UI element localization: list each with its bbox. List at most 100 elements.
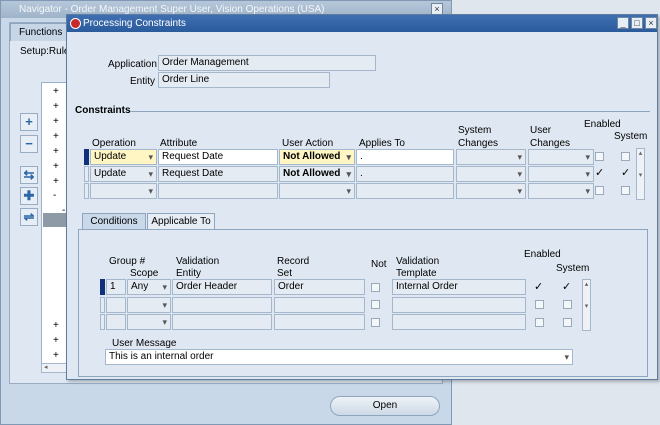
enabled-checkbox[interactable] bbox=[595, 152, 604, 161]
entity-field[interactable]: Order Line bbox=[158, 72, 330, 88]
validation-template-field[interactable] bbox=[392, 297, 526, 313]
tree-node-toggle[interactable]: + bbox=[53, 101, 59, 112]
cond-system-checkbox[interactable] bbox=[563, 300, 572, 309]
record-set-field[interactable] bbox=[274, 297, 365, 313]
row-indicator-current[interactable] bbox=[84, 149, 89, 165]
minimize-icon[interactable]: _ bbox=[617, 17, 629, 29]
tree-node-toggle[interactable]: - bbox=[62, 205, 65, 216]
applies-to-field[interactable] bbox=[356, 183, 454, 199]
conditions-vscroll[interactable]: ▴ ▾ bbox=[582, 279, 591, 331]
enabled-checkbox-checked[interactable]: ✓ bbox=[595, 166, 604, 179]
validation-entity-field[interactable] bbox=[172, 297, 272, 313]
col-validation-entity-line2: Entity bbox=[176, 268, 202, 279]
system-checkbox[interactable] bbox=[621, 186, 630, 195]
col-cond-system: System bbox=[556, 263, 590, 274]
system-checkbox-checked[interactable]: ✓ bbox=[621, 166, 630, 179]
operation-select[interactable]: Update bbox=[90, 166, 157, 182]
oracle-icon bbox=[70, 18, 81, 29]
user-changes-select[interactable] bbox=[528, 166, 594, 182]
maximize-icon[interactable]: □ bbox=[631, 17, 643, 29]
tree-node-toggle[interactable]: + bbox=[53, 350, 59, 361]
section-divider bbox=[130, 111, 650, 112]
system-checkbox[interactable] bbox=[621, 152, 630, 161]
not-checkbox[interactable] bbox=[371, 300, 380, 309]
col-applies-to: Applies To bbox=[359, 138, 405, 149]
cond-enabled-checkbox[interactable] bbox=[535, 300, 544, 309]
tree-node-toggle[interactable]: + bbox=[53, 146, 59, 157]
cond-row-indicator[interactable] bbox=[100, 297, 105, 313]
expand-button[interactable]: + bbox=[20, 113, 38, 131]
tree-node-toggle[interactable]: + bbox=[53, 335, 59, 346]
scope-select[interactable] bbox=[127, 297, 171, 313]
col-enabled: Enabled bbox=[584, 119, 621, 130]
user-message-label: User Message bbox=[112, 338, 177, 349]
operation-select[interactable] bbox=[90, 183, 157, 199]
system-changes-select[interactable] bbox=[456, 183, 526, 199]
scope-select[interactable]: Any bbox=[127, 279, 171, 295]
col-validation-entity-line1: Validation bbox=[176, 256, 220, 267]
system-changes-select[interactable] bbox=[456, 166, 526, 182]
record-set-field[interactable]: Order bbox=[274, 279, 365, 295]
group-number-field[interactable] bbox=[106, 297, 126, 313]
user-action-select[interactable]: Not Allowed bbox=[279, 166, 355, 182]
user-changes-select[interactable] bbox=[528, 149, 594, 165]
entity-label: Entity bbox=[130, 76, 156, 87]
tree-node-toggle[interactable]: + bbox=[53, 176, 59, 187]
cond-system-checkbox-checked[interactable]: ✓ bbox=[562, 280, 571, 293]
cond-enabled-checkbox-checked[interactable]: ✓ bbox=[534, 280, 543, 293]
enabled-checkbox[interactable] bbox=[595, 186, 604, 195]
applies-to-field[interactable]: . bbox=[356, 166, 454, 182]
collapse-all-button[interactable]: ⇌ bbox=[20, 208, 38, 226]
scope-select[interactable] bbox=[127, 314, 171, 330]
tree-node-toggle[interactable]: + bbox=[53, 86, 59, 97]
col-scope: Scope bbox=[130, 268, 159, 279]
validation-template-field[interactable] bbox=[392, 314, 526, 330]
group-number-field[interactable] bbox=[106, 314, 126, 330]
col-user-action: User Action bbox=[282, 138, 334, 149]
collapse-button[interactable]: − bbox=[20, 135, 38, 153]
operation-select[interactable]: Update bbox=[90, 149, 157, 165]
application-field[interactable]: Order Management bbox=[158, 55, 376, 71]
user-changes-select[interactable] bbox=[528, 183, 594, 199]
expand-all-button[interactable]: ✚ bbox=[20, 187, 38, 205]
col-not: Not bbox=[371, 259, 387, 270]
user-action-select[interactable] bbox=[279, 183, 355, 199]
cond-system-checkbox[interactable] bbox=[563, 318, 572, 327]
validation-entity-field[interactable]: Order Header bbox=[172, 279, 272, 295]
constraints-vscroll[interactable]: ▴ ▾ bbox=[636, 148, 645, 200]
user-action-select[interactable]: Not Allowed bbox=[279, 149, 355, 165]
not-checkbox[interactable] bbox=[371, 318, 380, 327]
col-record-set-line2: Set bbox=[277, 268, 293, 279]
col-record-set-line1: Record bbox=[277, 256, 310, 267]
window-title: Processing Constraints bbox=[67, 15, 657, 32]
user-message-field[interactable]: This is an internal order bbox=[105, 349, 573, 365]
record-set-field[interactable] bbox=[274, 314, 365, 330]
close-icon[interactable]: × bbox=[645, 17, 657, 29]
col-system: System bbox=[614, 131, 648, 142]
validation-template-field[interactable]: Internal Order bbox=[392, 279, 526, 295]
col-group: Group # bbox=[109, 256, 146, 267]
expand-branch-button[interactable]: ⇆ bbox=[20, 166, 38, 184]
tab-conditions[interactable]: Conditions bbox=[82, 213, 146, 230]
row-indicator[interactable] bbox=[84, 166, 89, 182]
row-indicator[interactable] bbox=[84, 183, 89, 199]
open-button[interactable]: Open bbox=[330, 396, 440, 416]
attribute-field[interactable] bbox=[158, 183, 278, 199]
tree-node-toggle[interactable]: + bbox=[53, 320, 59, 331]
tree-node-toggle[interactable]: + bbox=[53, 116, 59, 127]
cond-enabled-checkbox[interactable] bbox=[535, 318, 544, 327]
tree-node-toggle[interactable]: + bbox=[53, 131, 59, 142]
not-checkbox[interactable] bbox=[371, 283, 380, 292]
cond-row-indicator-current[interactable] bbox=[100, 279, 105, 295]
attribute-field[interactable]: Request Date bbox=[158, 149, 278, 165]
tree-node-toggle[interactable]: + bbox=[53, 161, 59, 172]
tab-applicable-to[interactable]: Applicable To bbox=[147, 213, 215, 230]
system-changes-select[interactable] bbox=[456, 149, 526, 165]
cond-row-indicator[interactable] bbox=[100, 314, 105, 330]
applies-to-field[interactable]: . bbox=[356, 149, 454, 165]
validation-entity-field[interactable] bbox=[172, 314, 272, 330]
tree-node-toggle[interactable]: - bbox=[53, 190, 56, 201]
attribute-field[interactable]: Request Date bbox=[158, 166, 278, 182]
group-number-field[interactable]: 1 bbox=[106, 279, 126, 295]
tab-functions[interactable]: Functions bbox=[10, 23, 72, 41]
